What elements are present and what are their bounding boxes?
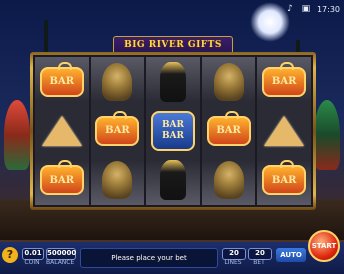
symbol-cell [260, 108, 308, 154]
status-message: Please place your bet [80, 248, 218, 268]
symbol-cell [205, 157, 253, 203]
anubis-symbol-icon [159, 61, 186, 102]
cobra-symbol-icon [213, 62, 244, 101]
reel-frame: BAR BAR BAR BAR BAR BAR BAR BAR [30, 52, 316, 210]
start-button[interactable]: START [308, 230, 340, 262]
symbol-cell [149, 157, 197, 203]
anubis-symbol-icon [159, 160, 186, 201]
bar-symbol: BAR [206, 110, 251, 146]
auto-button[interactable]: AUTO [276, 248, 306, 262]
symbol-cell [149, 59, 197, 105]
bar-symbol: BAR [262, 61, 307, 97]
reels-grid: BAR BAR BAR BAR BAR BAR BAR BAR [33, 55, 313, 207]
symbol-cell [38, 108, 86, 154]
top-toolbar: ♪ ▣ 17:30 [285, 4, 340, 14]
symbol-cell: BAR [205, 108, 253, 154]
cobra-symbol-icon [213, 161, 244, 200]
bet-label: BET [253, 259, 265, 266]
symbol-cell [93, 157, 141, 203]
fullscreen-icon[interactable]: ▣ [301, 4, 311, 14]
clock-text: 17:30 [316, 4, 340, 14]
symbol-cell: BAR [260, 157, 308, 203]
symbol-cell: BAR [38, 157, 86, 203]
help-button[interactable]: ? [2, 247, 18, 263]
lines-value: 20 [229, 249, 239, 257]
balance-value: 500000 [47, 249, 77, 257]
bar-symbol: BAR [262, 160, 307, 196]
bar-symbol: BAR [95, 110, 140, 146]
lines-label: LINES [224, 259, 242, 266]
reel-3: BAR BAR [146, 57, 200, 205]
phoenix-statue-left [4, 100, 30, 170]
bet-value: 20 [255, 249, 265, 257]
symbol-cell: BAR [260, 59, 308, 105]
phoenix-statue-right [314, 100, 340, 170]
reel-4: BAR [201, 57, 256, 205]
bar-symbol: BAR [39, 61, 84, 97]
coin-value: 0.01 [24, 249, 42, 257]
symbol-cell: BAR [93, 108, 141, 154]
symbol-cell [93, 59, 141, 105]
reel-5: BAR BAR [257, 57, 311, 205]
cobra-symbol-icon [102, 62, 133, 101]
coin-label: COIN [24, 259, 40, 266]
reel-1: BAR BAR [35, 57, 89, 205]
bar-symbol: BAR [39, 160, 84, 196]
pyramid-symbol-icon [41, 115, 82, 146]
pyramid-symbol-icon [264, 115, 305, 146]
balance-label: BALANCE [46, 259, 75, 266]
symbol-cell: BAR BAR [149, 108, 197, 154]
symbol-cell [205, 59, 253, 105]
symbol-cell: BAR [38, 59, 86, 105]
sound-icon[interactable]: ♪ [285, 4, 295, 14]
double-bar-symbol: BAR BAR [150, 110, 195, 151]
reel-2: BAR [90, 57, 145, 205]
cobra-symbol-icon [102, 161, 133, 200]
